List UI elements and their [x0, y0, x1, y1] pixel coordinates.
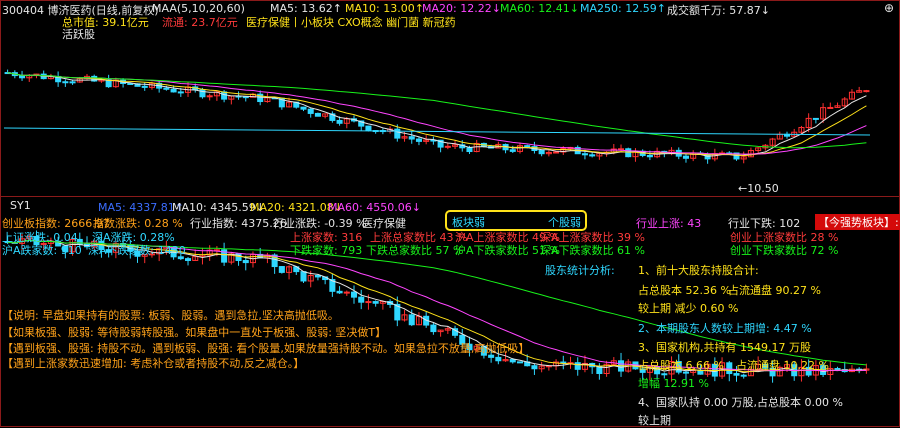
index-candle: [242, 260, 249, 264]
index-candle: [574, 362, 581, 370]
low-price-value: 10.50: [747, 182, 779, 195]
strong-block-badge[interactable]: 【今强势板块】:: [815, 214, 900, 230]
price-candle: [625, 148, 632, 158]
price-candle: [581, 153, 588, 156]
price-candle: [19, 75, 26, 79]
index-candle: [300, 271, 307, 282]
index-candle: [726, 362, 733, 375]
holders-item4: 4、国家队持 0.00 万股,占总股本 0.00 %: [638, 396, 843, 409]
index-candle: [733, 373, 740, 376]
price-candle: [394, 128, 401, 139]
holders-inst-float: 占流通盘 10.22 %: [736, 359, 829, 372]
float-cap: 流通: 23.7亿元: [162, 16, 238, 29]
price-candle: [408, 136, 415, 140]
holders-item3: 3、国家机构,共持有 1549.17 万股: [638, 341, 811, 354]
index-candle: [372, 301, 379, 304]
holders-inst-total: 占总股本 6.66 %: [638, 359, 724, 372]
holders-growth: 增幅 12.91 %: [638, 377, 709, 390]
price-candle: [589, 154, 596, 157]
holders-total-share: 占总股本 52.36 %: [638, 284, 731, 297]
index-candle: [516, 361, 524, 364]
sz-down-ratio: 深A下跌家数比 61 %: [540, 244, 645, 257]
price-candle: [646, 154, 653, 158]
activity-tag: 活跃股: [62, 28, 95, 41]
sy1-ma60: MA60: 4550.06↓: [328, 201, 421, 214]
plus-minus-icon[interactable]: ⊕: [884, 1, 894, 15]
index-candle: [430, 324, 437, 333]
index-candle: [596, 366, 603, 374]
price-candle: [444, 145, 451, 148]
index-candle: [350, 291, 358, 298]
holders-item1: 1、前十大股东持股合计:: [638, 264, 759, 277]
index-candle: [509, 359, 516, 363]
note-line: 【说明: 早盘如果持有的股票: 板弱、股弱。遇到急拉,坚决高抛低吸。: [2, 309, 339, 322]
note-line: 【如果板强、股弱: 等待股弱转股强。如果盘中一直处于板强、股弱: 坚决做T】: [2, 326, 387, 339]
price-candle: [221, 91, 228, 100]
price-candle: [127, 82, 134, 85]
index-candle: [365, 301, 372, 304]
price-candle: [682, 155, 690, 159]
price-candle: [415, 138, 422, 142]
note-line: 【遇到上涨家数迅速增加: 考虑补仓或者持股不动,反之减仓。】: [2, 357, 305, 370]
price-candle: [69, 81, 76, 84]
index-candle: [834, 368, 841, 371]
price-candle: [509, 149, 516, 152]
price-candle: [307, 108, 314, 114]
down-count: 下跌家数: 793: [290, 244, 363, 257]
ma250-line: [3, 127, 871, 136]
index-candle: [314, 275, 321, 278]
panel-divider: [0, 196, 900, 197]
price-candle: [141, 85, 148, 88]
sz-down: 深A下跌家数: 1430: [88, 244, 186, 257]
index-candle: [495, 356, 502, 362]
volume-readout: 成交额千万: 57.87↓: [667, 4, 770, 17]
index-candle: [531, 365, 538, 370]
price-candle: [206, 95, 213, 98]
holders-trend1: 较上期 减少 0.60 %: [638, 302, 739, 315]
stock-weak-label: 个股弱: [548, 216, 581, 229]
price-candle: [538, 150, 545, 155]
price-candle: [863, 90, 870, 93]
index-candle: [740, 374, 747, 377]
indicator-sy1[interactable]: SY1: [10, 199, 31, 212]
concept-tags: 医疗保健丨小板块 CXO概念 幽门菌 新冠药: [246, 16, 456, 29]
price-candle: [336, 119, 343, 124]
price-candle: [163, 87, 170, 90]
price-candle: [524, 145, 531, 148]
index-candle: [358, 296, 365, 303]
index-candle: [184, 258, 192, 261]
holders-title: 股东统计分析:: [545, 264, 615, 277]
holders-item2: 2、本期股东人数较上期增: 4.47 %: [638, 322, 812, 335]
industry-up: 行业上涨: 43: [636, 217, 702, 230]
note-line: 【遇到板强、股强: 持股不动。遇到板弱、股强: 看个股量,如果放量强持股不动。如…: [2, 342, 530, 355]
index-candle: [278, 266, 285, 273]
low-price-label: ←10.50: [738, 182, 779, 195]
holders-float-share: 占流通盘 90.27 %: [728, 284, 821, 297]
price-candle: [365, 125, 372, 132]
price-candle: [827, 106, 834, 109]
price-candle: [62, 81, 69, 84]
sh-down: 沪A跌家数: 910: [2, 244, 82, 257]
index-candle: [408, 314, 415, 326]
price-candle: [617, 148, 625, 151]
cy-down-ratio: 创业下跌家数比 72 %: [730, 244, 839, 257]
price-candle: [170, 88, 177, 93]
price-candle: [812, 117, 819, 120]
ma250-readout: MA250: 12.59↑: [580, 2, 666, 15]
price-candle: [177, 91, 184, 94]
index-candle: [336, 290, 343, 294]
price-candle: [466, 147, 473, 153]
price-candle: [553, 151, 560, 154]
holders-trend4: 较上期: [638, 414, 671, 427]
index-candle: [343, 291, 350, 294]
board-weak-label: 板块弱: [452, 216, 485, 229]
price-candle: [314, 112, 321, 117]
price-candle: [300, 106, 307, 110]
down-ratio: 下跌总家数比 57 %: [366, 244, 464, 257]
ma60-readout: MA60: 12.41↓: [500, 2, 579, 15]
